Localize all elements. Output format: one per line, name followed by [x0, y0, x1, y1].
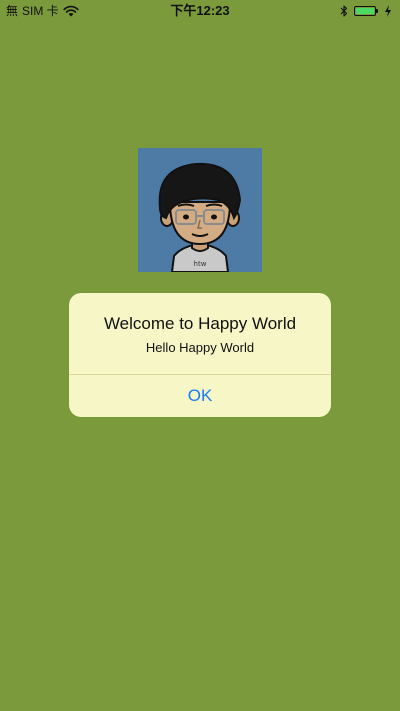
charging-bolt-icon: [385, 5, 391, 17]
battery-cap: [376, 9, 378, 13]
status-bar: 無 SIM 卡 下午12:23: [0, 0, 400, 22]
avatar: htw: [138, 148, 262, 272]
alert-dialog: Welcome to Happy World Hello Happy World…: [69, 293, 331, 417]
alert-message: Hello Happy World: [145, 340, 255, 355]
ok-button[interactable]: OK: [69, 375, 331, 417]
alert-title: Welcome to Happy World: [103, 314, 297, 333]
avatar-shirt-text: htw: [194, 260, 207, 268]
avatar-illustration: htw: [138, 148, 262, 272]
battery-icon: [354, 6, 378, 16]
status-right: [340, 3, 392, 19]
screen: 無 SIM 卡 下午12:23 htw Welcome to Happy Wor…: [0, 0, 400, 711]
bluetooth-icon: [340, 5, 348, 17]
battery-fill: [356, 8, 374, 14]
